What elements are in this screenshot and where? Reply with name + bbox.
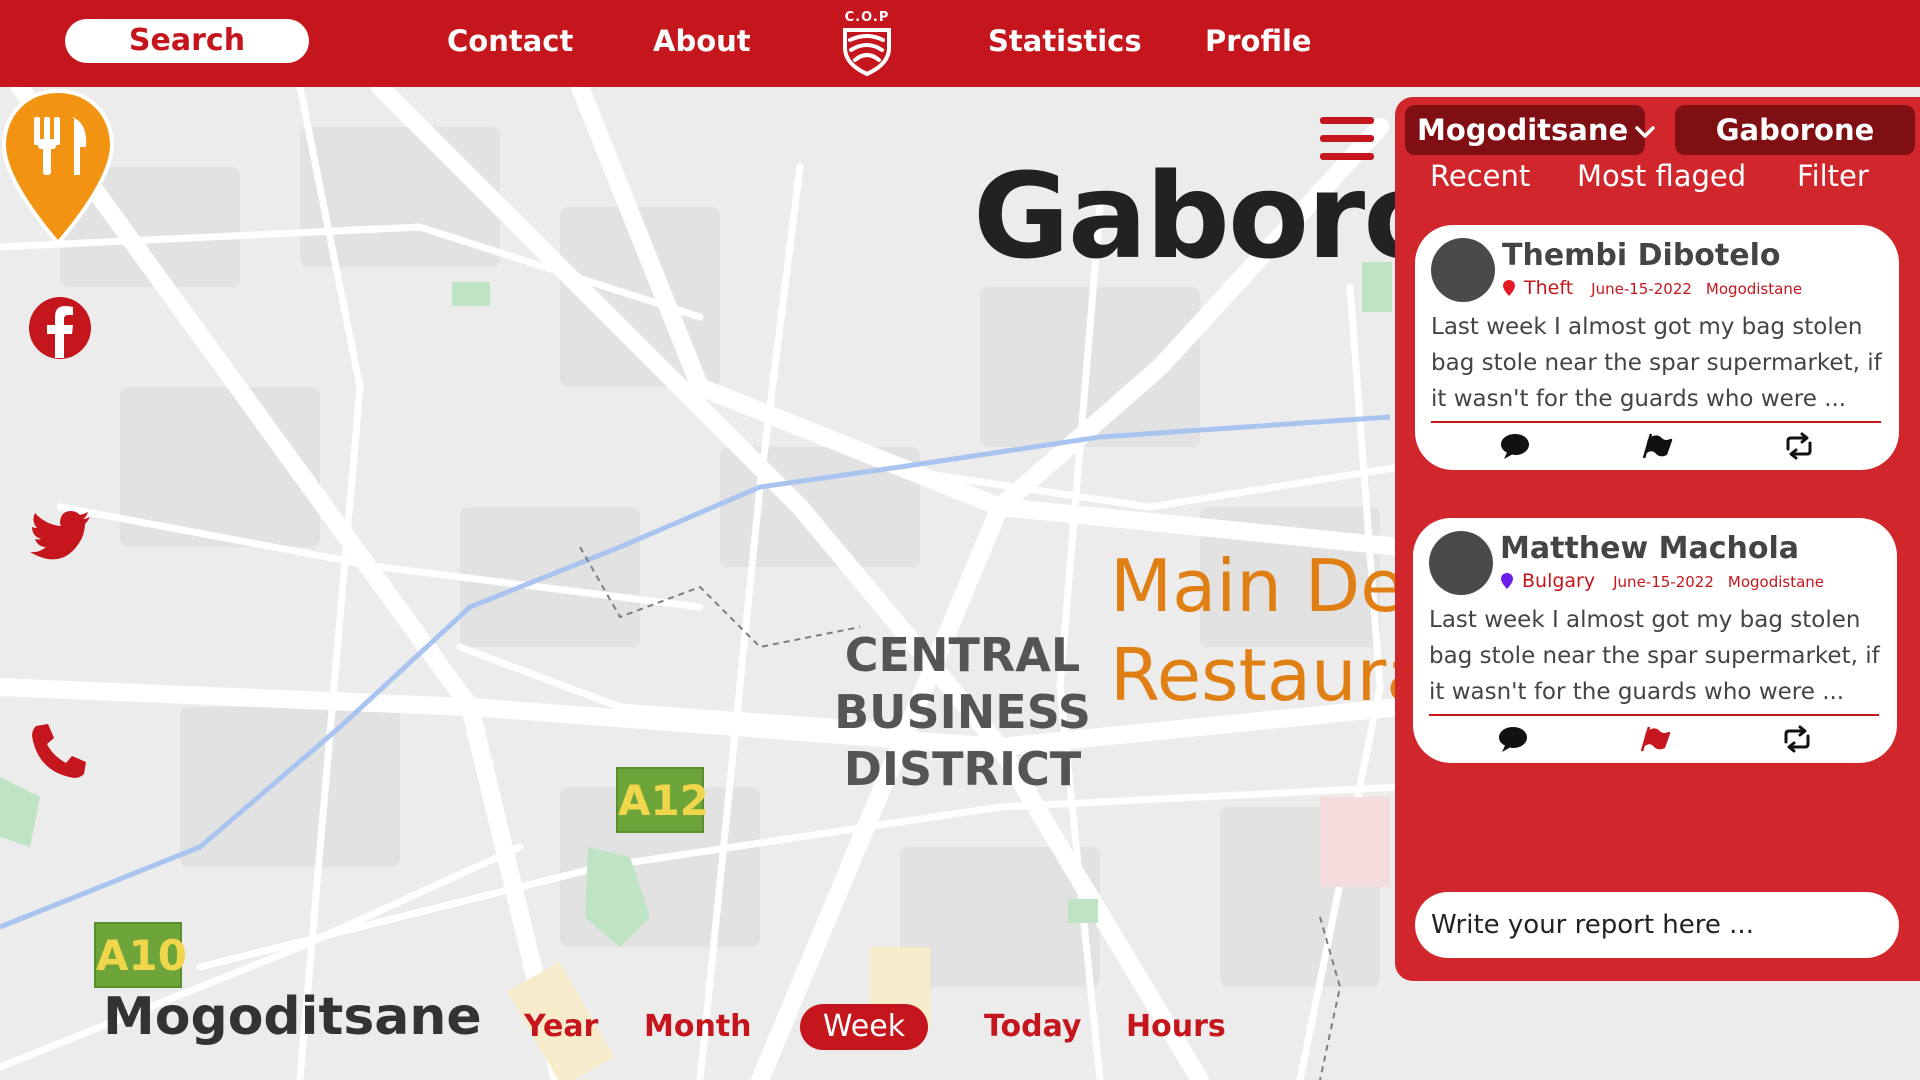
location-pin-icon — [1503, 280, 1515, 296]
tab-recent[interactable]: Recent — [1430, 159, 1530, 193]
location-alt-button[interactable]: Gaborone — [1675, 105, 1915, 155]
report-author: Thembi Dibotelo — [1502, 238, 1781, 273]
menu-icon[interactable] — [1320, 117, 1374, 163]
cop-logo[interactable]: C.O.P — [836, 10, 898, 77]
search-button[interactable]: Search — [65, 19, 309, 63]
location-dropdown-label: Mogoditsane — [1417, 113, 1629, 147]
report-date: June-15-2022 — [1591, 280, 1692, 298]
flag-icon[interactable] — [1641, 431, 1673, 461]
time-filter-year[interactable]: Year — [524, 1004, 598, 1050]
report-text: Last week I almost got my bag stolen bag… — [1429, 607, 1880, 705]
district-line-1: CENTRAL — [844, 628, 1081, 682]
facebook-icon[interactable] — [28, 296, 92, 360]
map-label-area: Mogoditsane — [103, 987, 482, 1047]
card-divider — [1429, 714, 1879, 716]
tab-most-flagged[interactable]: Most flaged — [1577, 159, 1746, 193]
top-nav-bar: Search Contact About C.O.P Statistics Pr… — [0, 0, 1920, 87]
report-card[interactable]: Thembi Dibotelo Theft June-15-2022 Mogodis… — [1415, 225, 1899, 470]
time-filter-hours[interactable]: Hours — [1126, 1004, 1226, 1050]
road-badge-a10: A10 — [94, 922, 187, 988]
report-meta: Bulgary June-15-2022 Mogodistane — [1500, 570, 1824, 592]
map-label-district: CENTRAL BUSINESS DISTRICT — [820, 627, 1105, 798]
reports-panel: Mogoditsane Gaborone Recent Most flaged … — [1395, 97, 1920, 981]
nav-link-profile[interactable]: Profile — [1205, 24, 1312, 58]
time-filter-today[interactable]: Today — [984, 1004, 1081, 1050]
report-text: Last week I almost got my bag stolen bag… — [1431, 314, 1882, 412]
road-badge-a12: A12 — [616, 767, 709, 833]
tab-filter[interactable]: Filter — [1797, 159, 1869, 193]
avatar — [1429, 531, 1493, 595]
comment-icon[interactable] — [1499, 431, 1531, 461]
report-category: Theft — [1524, 277, 1574, 299]
repost-icon[interactable] — [1781, 724, 1813, 754]
repost-icon[interactable] — [1783, 431, 1815, 461]
card-divider — [1431, 421, 1881, 423]
report-date: June-15-2022 — [1613, 573, 1714, 591]
location-pin-icon — [1501, 573, 1513, 589]
restaurant-pin-icon[interactable] — [0, 87, 116, 247]
time-filter-month[interactable]: Month — [644, 1004, 752, 1050]
nav-link-statistics[interactable]: Statistics — [988, 24, 1142, 58]
avatar — [1431, 238, 1495, 302]
report-place: Mogodistane — [1727, 573, 1825, 591]
phone-icon[interactable] — [30, 722, 88, 780]
chevron-down-icon — [1635, 126, 1655, 138]
comment-icon[interactable] — [1497, 724, 1529, 754]
flag-icon-active[interactable] — [1639, 724, 1671, 754]
report-author: Matthew Machola — [1500, 531, 1800, 566]
report-input[interactable] — [1415, 892, 1899, 958]
location-dropdown[interactable]: Mogoditsane — [1405, 105, 1655, 155]
nav-link-about[interactable]: About — [653, 24, 751, 58]
nav-link-contact[interactable]: Contact — [447, 24, 573, 58]
report-card[interactable]: Matthew Machola Bulgary June-15-2022 Mogod… — [1413, 518, 1897, 763]
report-meta: Theft June-15-2022 Mogodistane — [1502, 277, 1802, 299]
logo-text: C.O.P — [844, 10, 890, 25]
report-place: Mogodistane — [1705, 280, 1803, 298]
twitter-icon[interactable] — [28, 510, 92, 566]
district-line-3: DISTRICT — [843, 742, 1082, 796]
district-line-2: BUSINESS — [834, 685, 1091, 739]
report-category: Bulgary — [1522, 570, 1596, 592]
time-filter-week[interactable]: Week — [800, 1004, 928, 1050]
